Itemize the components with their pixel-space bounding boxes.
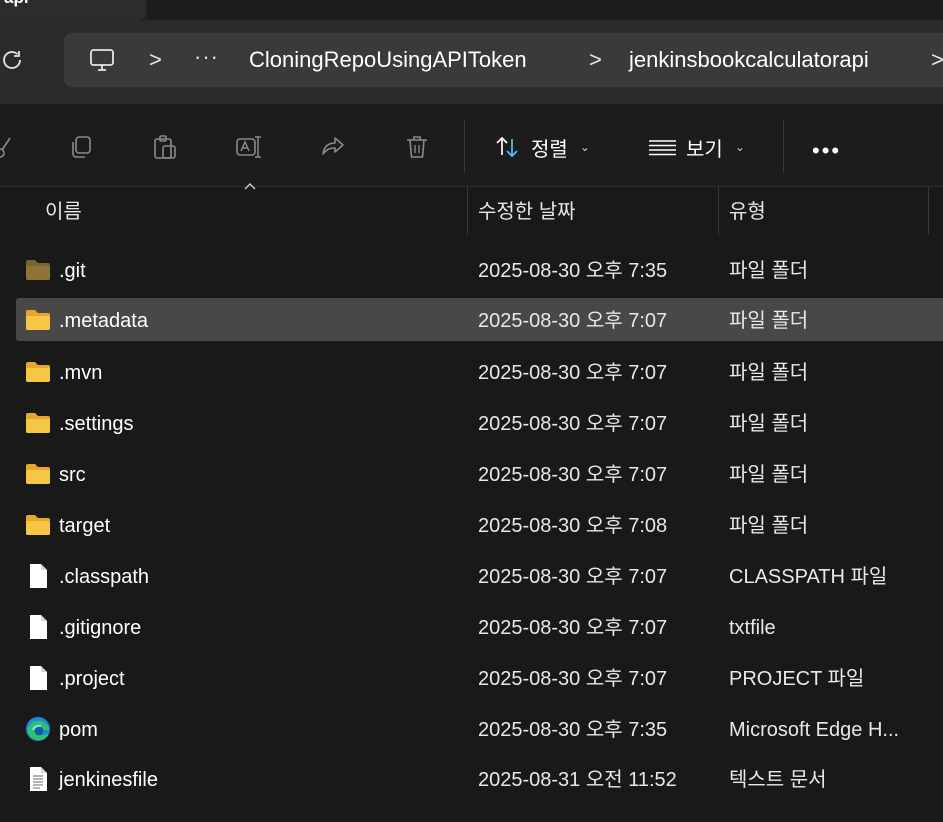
file-type: 파일 폴더 <box>729 260 809 282</box>
tab-current[interactable]: api <box>0 0 146 20</box>
toolbar-divider <box>464 120 465 172</box>
column-name[interactable]: 이름 <box>45 187 82 235</box>
file-name: src <box>59 464 86 486</box>
list-item[interactable]: .git 2025-08-30 오후 7:35 파일 폴더 <box>0 248 943 291</box>
file-date: 2025-08-30 오후 7:07 <box>478 566 668 588</box>
column-divider[interactable] <box>718 187 719 235</box>
tab-title: api <box>4 0 29 8</box>
file-date: 2025-08-30 오후 7:07 <box>478 310 668 332</box>
file-name: .mvn <box>59 362 103 384</box>
file-name: .project <box>59 668 125 690</box>
file-type: PROJECT 파일 <box>729 668 865 690</box>
folder-icon <box>26 310 50 330</box>
file-name: pom <box>59 719 98 741</box>
folder-icon <box>26 515 50 535</box>
chevron-down-icon: ⌄ <box>579 140 590 154</box>
folder-icon <box>26 413 50 433</box>
copy-icon[interactable] <box>67 133 95 161</box>
file-type: Microsoft Edge H... <box>729 719 900 741</box>
sort-button[interactable]: 정렬 ⌄ <box>493 130 590 164</box>
file-type: CLASSPATH 파일 <box>729 566 888 588</box>
text-file-icon <box>30 767 47 791</box>
file-date: 2025-08-30 오후 7:08 <box>478 515 668 537</box>
refresh-icon[interactable] <box>0 48 24 72</box>
breadcrumb-item[interactable]: jenkinsbookcalculatorapi <box>629 47 869 73</box>
folder-dim-icon <box>26 260 50 280</box>
file-name: .git <box>59 260 86 282</box>
column-divider[interactable] <box>467 187 468 235</box>
list-item[interactable]: .project 2025-08-30 오후 7:07 PROJECT 파일 <box>0 656 943 699</box>
list-item[interactable]: .classpath 2025-08-30 오후 7:07 CLASSPATH … <box>0 554 943 597</box>
view-list-icon <box>649 140 676 156</box>
list-item[interactable]: .settings 2025-08-30 오후 7:07 파일 폴더 <box>0 401 943 444</box>
file-type: 파일 폴더 <box>729 515 809 537</box>
file-date: 2025-08-30 오후 7:07 <box>478 668 668 690</box>
more-options-button[interactable]: ••• <box>812 138 841 164</box>
file-date: 2025-08-30 오후 7:07 <box>478 464 668 486</box>
file-name: .settings <box>59 413 134 435</box>
chevron-down-icon: ⌄ <box>734 140 745 154</box>
command-bar <box>0 104 943 187</box>
column-divider[interactable] <box>928 187 929 235</box>
list-item[interactable]: pom 2025-08-30 오후 7:35 Microsoft Edge H.… <box>0 707 943 750</box>
file-name: .metadata <box>59 310 148 332</box>
file-type: 파일 폴더 <box>729 464 809 486</box>
file-name: .gitignore <box>59 617 142 639</box>
file-type: 파일 폴더 <box>729 413 809 435</box>
file-date: 2025-08-31 오전 11:52 <box>478 769 677 791</box>
file-icon <box>30 666 47 690</box>
breadcrumb-separator[interactable]: > <box>589 47 602 73</box>
file-name: target <box>59 515 111 537</box>
view-label: 보기 <box>686 138 723 161</box>
tab-strip-empty <box>148 0 943 20</box>
delete-icon[interactable] <box>403 133 431 161</box>
list-item[interactable]: .gitignore 2025-08-30 오후 7:07 txtfile <box>0 605 943 648</box>
file-icon <box>30 564 47 588</box>
file-type: 파일 폴더 <box>729 310 809 332</box>
list-item[interactable]: src 2025-08-30 오후 7:07 파일 폴더 <box>0 452 943 495</box>
edge-icon <box>26 717 50 741</box>
sort-label: 정렬 <box>531 138 568 161</box>
file-type: txtfile <box>729 617 776 639</box>
breadcrumb-overflow[interactable]: ··· <box>194 44 219 70</box>
file-date: 2025-08-30 오후 7:07 <box>478 362 668 384</box>
cut-icon[interactable] <box>0 133 16 161</box>
file-date: 2025-08-30 오후 7:07 <box>478 617 668 639</box>
list-item-selected[interactable]: .metadata 2025-08-30 오후 7:07 파일 폴더 <box>16 298 943 341</box>
rename-icon[interactable] <box>235 133 263 161</box>
file-name: jenkinesfile <box>59 769 158 791</box>
folder-icon <box>26 464 50 484</box>
breadcrumb-item[interactable]: CloningRepoUsingAPIToken <box>249 47 527 73</box>
column-header: 이름 수정한 날짜 유형 <box>0 187 943 235</box>
file-type: 파일 폴더 <box>729 362 809 384</box>
breadcrumb-separator[interactable]: > <box>931 47 943 73</box>
share-icon[interactable] <box>319 133 347 161</box>
file-date: 2025-08-30 오후 7:07 <box>478 413 668 435</box>
list-item[interactable]: .mvn 2025-08-30 오후 7:07 파일 폴더 <box>0 350 943 393</box>
column-date[interactable]: 수정한 날짜 <box>478 187 576 235</box>
paste-icon[interactable] <box>151 133 179 161</box>
toolbar-divider <box>783 120 784 172</box>
column-type[interactable]: 유형 <box>729 187 766 235</box>
folder-icon <box>26 362 50 382</box>
file-date: 2025-08-30 오후 7:35 <box>478 260 668 282</box>
breadcrumb-separator[interactable]: > <box>149 47 162 73</box>
file-icon <box>30 615 47 639</box>
file-name: .classpath <box>59 566 150 588</box>
this-pc-icon[interactable] <box>88 46 116 74</box>
list-item[interactable]: jenkinesfile 2025-08-31 오전 11:52 텍스트 문서 <box>0 757 943 800</box>
sort-icon <box>496 136 518 158</box>
file-date: 2025-08-30 오후 7:35 <box>478 719 668 741</box>
tab-strip: api <box>0 0 943 20</box>
view-button[interactable]: 보기 ⌄ <box>648 130 745 164</box>
list-item[interactable]: target 2025-08-30 오후 7:08 파일 폴더 <box>0 503 943 546</box>
file-type: 텍스트 문서 <box>729 769 827 791</box>
